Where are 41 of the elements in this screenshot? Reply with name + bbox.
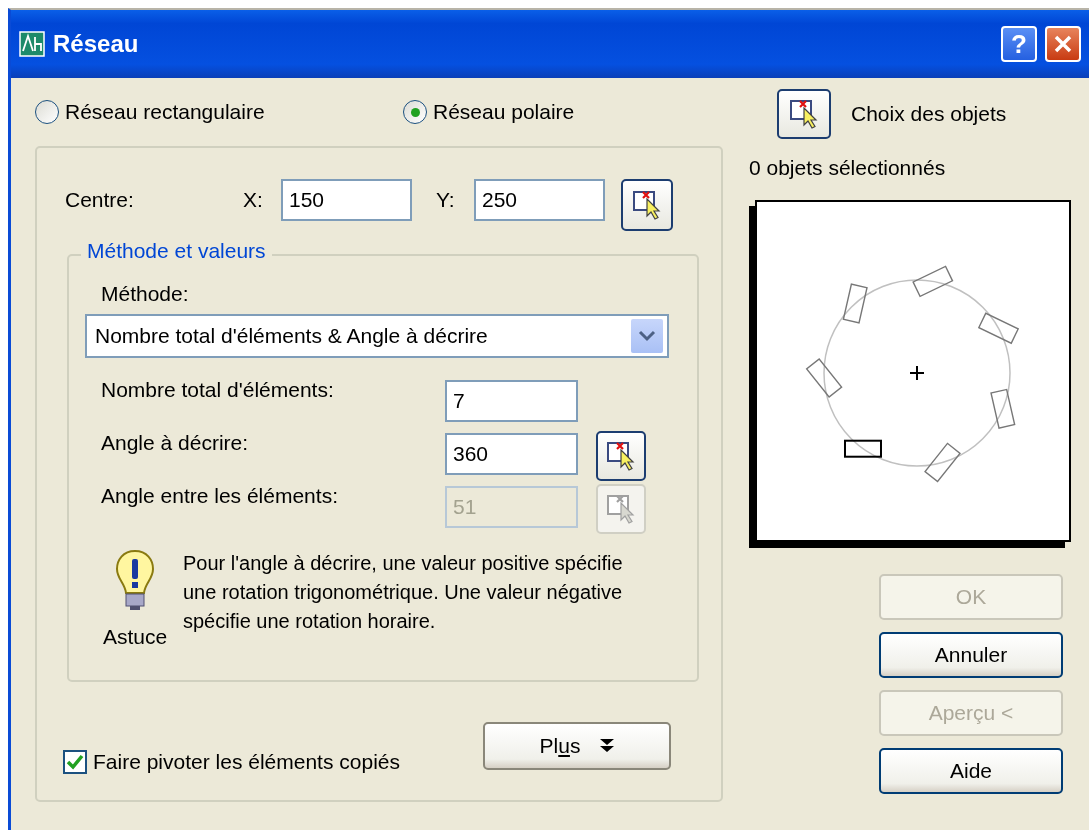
pick-point-icon xyxy=(632,189,662,221)
double-chevron-down-icon xyxy=(600,738,615,754)
pick-point-icon xyxy=(606,440,636,472)
array-type-radio[interactable]: Réseau polaire xyxy=(403,100,575,124)
dialog-button[interactable]: Aide xyxy=(879,748,1063,794)
center-y-field[interactable]: 250 xyxy=(474,179,605,221)
field-label: Nombre total d'éléments: xyxy=(101,378,335,402)
array-type-radio[interactable]: Réseau rectangulaire xyxy=(35,100,403,124)
close-button[interactable] xyxy=(1045,26,1081,62)
help-button[interactable]: ? xyxy=(1001,26,1037,62)
rotate-copies-checkbox[interactable]: Faire pivoter les éléments copiés xyxy=(63,750,400,774)
value-field[interactable]: 7 xyxy=(445,380,578,422)
center-x-field[interactable]: 150 xyxy=(281,179,412,221)
tip-label: Astuce xyxy=(102,625,168,649)
select-objects-button[interactable] xyxy=(777,89,831,139)
dialog-button[interactable]: Annuler xyxy=(879,632,1063,678)
method-dropdown[interactable]: Nombre total d'éléments & Angle à décrire xyxy=(85,314,669,358)
y-label: Y: xyxy=(436,188,456,212)
value-field[interactable]: 360 xyxy=(445,433,578,475)
close-icon xyxy=(1052,33,1074,55)
select-objects-label: Choix des objets xyxy=(851,102,1007,126)
more-button[interactable]: Plus xyxy=(483,722,671,770)
array-icon xyxy=(19,31,45,57)
checkbox-indicator[interactable] xyxy=(63,750,87,774)
chevron-down-icon xyxy=(638,330,656,342)
center-label: Centre: xyxy=(65,188,135,212)
field-label: Angle entre les éléments: xyxy=(101,484,339,508)
pick-center-button[interactable] xyxy=(621,179,673,231)
pick-point-icon xyxy=(606,493,636,525)
radio-indicator[interactable] xyxy=(35,100,59,124)
selection-count: 0 objets sélectionnés xyxy=(749,156,947,180)
checkmark-icon xyxy=(66,754,84,770)
pick-angle-button[interactable] xyxy=(596,431,646,481)
window-title: Réseau xyxy=(53,30,140,58)
field-label: Angle à décrire: xyxy=(101,431,250,455)
lightbulb-icon xyxy=(115,549,155,611)
tip-text: Pour l'angle à décrire, une valeur positive spécifie une rotation trigonométrique. Une valeur négative spécifie une rotation horaire. xyxy=(183,551,623,634)
radio-indicator[interactable] xyxy=(403,100,427,124)
method-label: Méthode: xyxy=(101,282,190,306)
pick-point-icon xyxy=(789,98,819,130)
x-label: X: xyxy=(243,188,264,212)
